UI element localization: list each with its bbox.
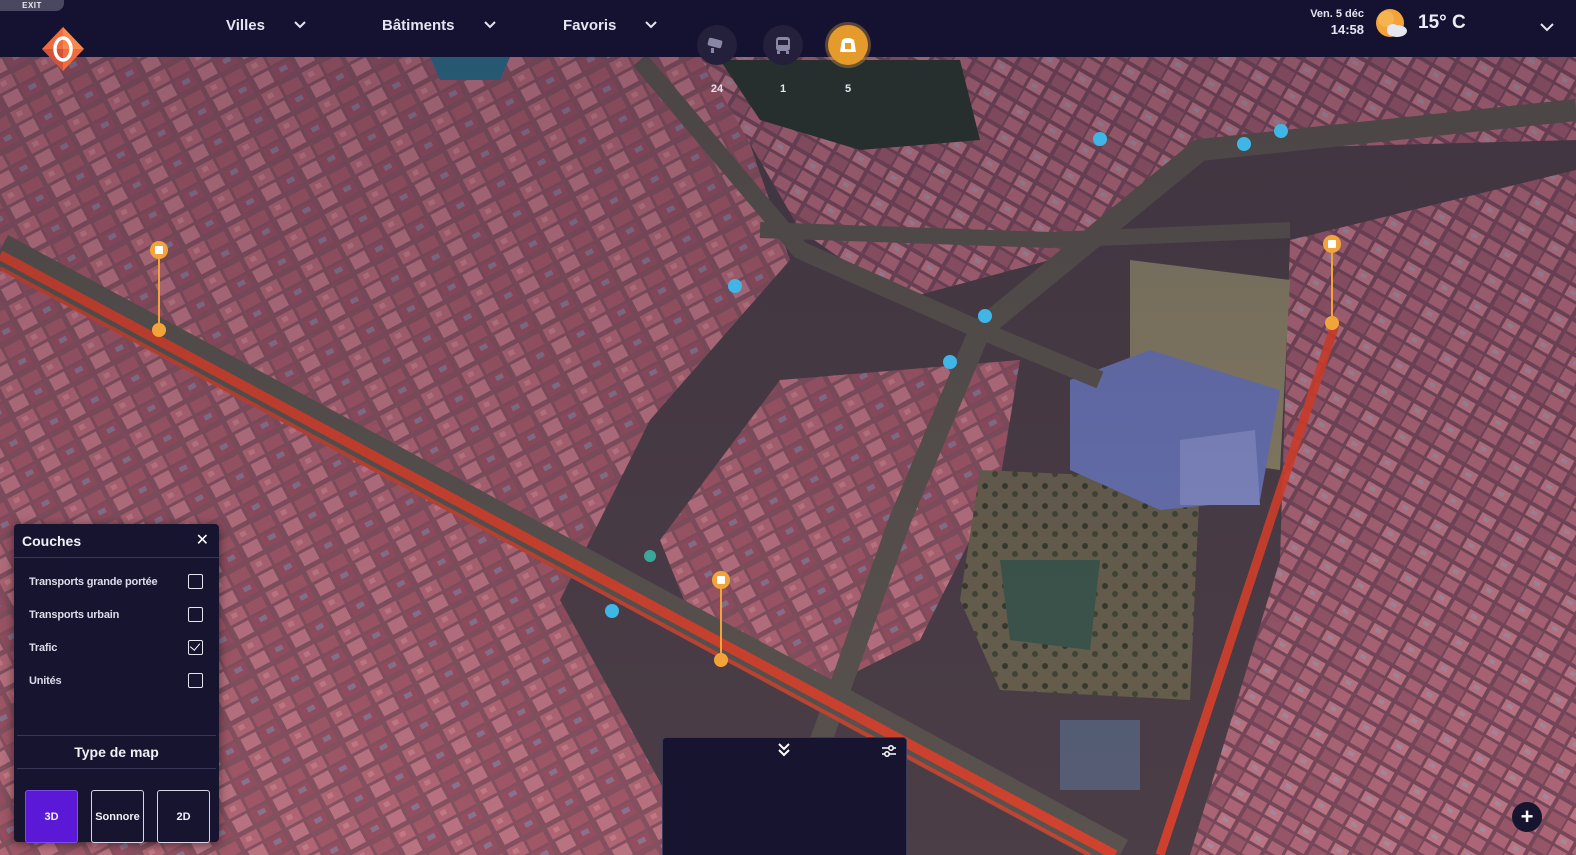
layers-panel-title: Couches [22,532,82,549]
chevron-down-icon [645,21,658,29]
layer-list: Transports grande portée Transports urba… [14,558,219,735]
map-marker-blue[interactable] [1237,137,1251,151]
layer-checkbox[interactable] [188,607,203,622]
map-3d-view[interactable] [0,0,1576,855]
counter-bus-count: 1 [779,83,787,95]
map-type-selector: 3D Sonnore 2D [14,769,219,843]
counter-cameras[interactable]: 24 [695,25,739,95]
time-text: 14:58 [1330,22,1364,37]
menu-favoris-label: Favoris [563,16,617,34]
layer-row-transports-grande-portee[interactable]: Transports grande portée [14,565,219,598]
date-text: Ven. 5 déc [1310,8,1364,20]
layer-label: Transports grande portée [29,575,158,588]
counter-bus[interactable]: 1 [761,25,805,95]
temperature: 15° C [1418,12,1466,33]
camera-icon [697,25,737,65]
chevron-down-icon [483,21,496,29]
menu-villes-label: Villes [226,16,265,34]
map-marker-blue[interactable] [1274,124,1288,138]
map-marker-blue[interactable] [978,309,992,323]
layer-checkbox[interactable] [188,574,203,589]
map-marker-blue[interactable] [943,355,957,369]
layer-checkbox[interactable] [188,640,203,655]
parking-icon [828,25,868,65]
app-root: EXIT Villes Bâtiments Favoris Ven. 5 déc… [0,0,1576,855]
menu-favoris[interactable]: Favoris [563,13,658,37]
map-type-2d-button[interactable]: 2D [157,790,210,843]
app-logo[interactable] [38,25,88,75]
layer-row-trafic[interactable]: Trafic [14,631,219,664]
map-type-sonnore-button[interactable]: Sonnore [91,790,144,843]
layer-row-unites[interactable]: Unités [14,664,219,697]
zoom-in-button[interactable]: + [1512,802,1542,832]
bus-icon [763,25,803,65]
map-marker-blue[interactable] [605,604,619,618]
partly-cloudy-icon [1376,9,1407,37]
double-chevron-down-icon[interactable] [776,742,792,758]
map-marker-teal[interactable] [644,550,656,562]
layers-panel: Couches ✕ Transports grande portée Trans… [14,524,219,843]
layer-row-transports-urbain[interactable]: Transports urbain [14,598,219,631]
poi-counter-panel [662,737,907,855]
counter-parking-count: 5 [844,83,852,95]
date-time: Ven. 5 déc 14:58 [1310,7,1364,37]
sliders-icon[interactable] [881,744,897,758]
layer-label: Trafic [29,641,58,654]
layer-label: Transports urbain [29,608,120,621]
menu-batiments[interactable]: Bâtiments [382,13,497,37]
map-type-3d-button[interactable]: 3D [25,790,78,843]
map-marker-blue[interactable] [728,279,742,293]
counter-parking[interactable]: 5 [826,25,870,95]
map-type-title: Type de map [17,735,216,769]
exit-button[interactable]: EXIT [0,0,64,11]
menu-batiments-label: Bâtiments [382,16,455,34]
layers-panel-header: Couches ✕ [14,524,219,558]
chevron-down-icon[interactable] [1539,19,1555,35]
chevron-down-icon [294,21,306,29]
close-icon[interactable]: ✕ [196,532,209,549]
layer-checkbox[interactable] [188,673,203,688]
map-marker-blue[interactable] [1093,132,1107,146]
counter-cameras-count: 24 [710,83,724,95]
menu-villes[interactable]: Villes [226,13,307,37]
layer-label: Unités [29,674,62,687]
